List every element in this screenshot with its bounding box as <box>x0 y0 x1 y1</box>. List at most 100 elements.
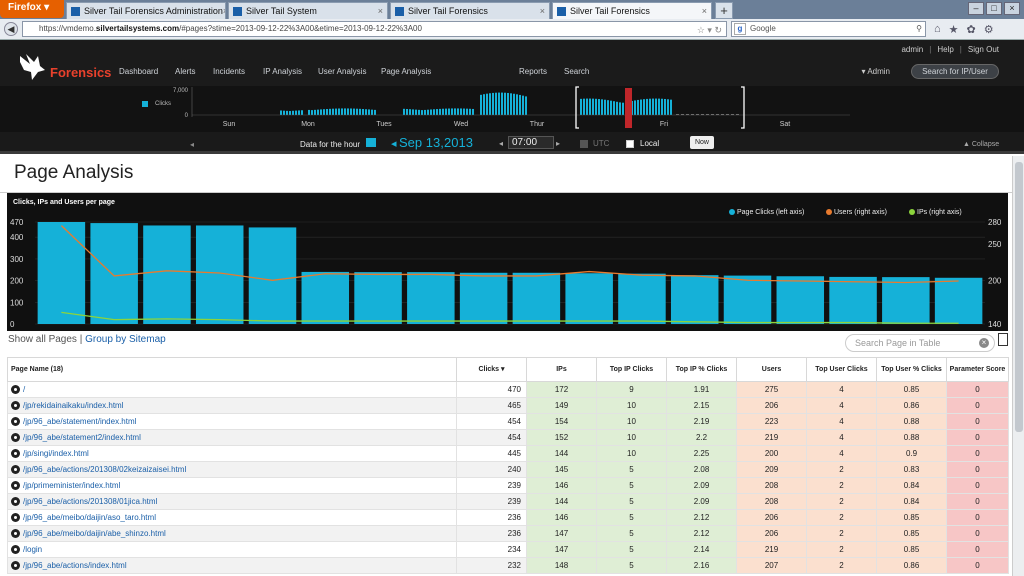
clicks-bar[interactable] <box>565 273 613 324</box>
help-link[interactable]: Help <box>937 45 953 54</box>
url-bar[interactable]: https://vmdemo.silvertailsystems.com/#pa… <box>22 21 727 37</box>
page-link[interactable]: /jp/primeminister/index.html <box>23 481 120 490</box>
calendar-icon[interactable] <box>366 138 376 147</box>
prev-day-icon[interactable]: ◂ <box>391 137 397 150</box>
column-header-top-ip-pct[interactable]: Top IP % Clicks <box>666 357 737 382</box>
addon-icon[interactable]: ✿ <box>967 23 976 36</box>
page-link[interactable]: /jp/96_abe/meibo/daijin/aso_taro.html <box>23 513 156 522</box>
timeline-chart[interactable]: 7,000 0 Sun Mon Tues Wed Thur Fri Sat <box>0 86 1024 132</box>
clicks-bar[interactable] <box>776 276 825 324</box>
prev-hour-icon[interactable]: ◂ <box>499 139 503 148</box>
page-name-cell[interactable]: /jp/96_abe/statement/index.html <box>7 413 457 430</box>
column-header-top-ip-clicks[interactable]: Top IP Clicks <box>596 357 667 382</box>
clicks-bar[interactable] <box>354 272 402 324</box>
clicks-bar[interactable] <box>670 275 719 324</box>
close-tab-icon[interactable]: × <box>378 6 383 16</box>
legend-users-label[interactable]: Users (right axis) <box>834 209 887 216</box>
column-header-page-name[interactable]: Page Name (18) <box>7 357 457 382</box>
page-link[interactable]: /jp/96_abe/actions/201308/02keizaizaisei… <box>23 465 186 474</box>
table-row[interactable]: /jp/primeminister/index.html 239 146 5 2.09 2… <box>7 477 1009 494</box>
gear-icon[interactable] <box>11 561 20 571</box>
clicks-bar[interactable] <box>90 223 138 324</box>
table-row[interactable]: /login 234 147 5 2.14 219 2 0.85 0 <box>7 541 1009 558</box>
table-row[interactable]: /jp/rekidainaikaku/index.html 465 149 10 2.1… <box>7 397 1009 414</box>
timeline-range-handle-right[interactable] <box>741 86 745 129</box>
column-header-clicks[interactable]: Clicks ▾ <box>456 357 527 382</box>
page-name-cell[interactable]: /jp/96_abe/actions/index.html <box>7 557 457 574</box>
home-icon[interactable]: ⌂ <box>934 23 941 35</box>
clicks-bar[interactable] <box>459 272 508 324</box>
page-name-cell[interactable]: /jp/96_abe/statement2/index.html <box>7 429 457 446</box>
close-tab-icon[interactable]: × <box>223 6 225 16</box>
legend-ips-label[interactable]: IPs (right axis) <box>917 209 962 216</box>
sign-out-link[interactable]: Sign Out <box>968 45 999 54</box>
bookmarks-icon[interactable]: ★ <box>949 23 959 36</box>
gear-icon[interactable] <box>11 401 20 411</box>
column-header-ips[interactable]: IPs <box>526 357 597 382</box>
firefox-menu-button[interactable]: Firefox ▾ <box>0 0 64 18</box>
admin-menu[interactable]: ▾ Admin <box>862 67 890 76</box>
table-search-input[interactable]: Search Page in Table × <box>845 334 995 352</box>
page-name-cell[interactable]: /jp/96_abe/meibo/daijin/aso_taro.html <box>7 509 457 526</box>
show-all-pages-link[interactable]: Show all Pages <box>8 334 77 345</box>
close-window-icon[interactable]: × <box>1004 2 1020 15</box>
gear-icon[interactable] <box>11 385 20 395</box>
back-icon[interactable]: ◀ <box>4 22 18 36</box>
table-row[interactable]: /jp/96_abe/meibo/daijin/aso_taro.html 236… <box>7 509 1009 526</box>
page-name-cell[interactable]: /jp/rekidainaikaku/index.html <box>7 397 457 414</box>
column-header-top-user-clicks[interactable]: Top User Clicks <box>806 357 877 382</box>
gear-icon[interactable] <box>11 417 20 427</box>
page-name-cell[interactable]: / <box>7 381 457 398</box>
gear-icon[interactable] <box>11 529 20 539</box>
browser-tab[interactable]: Silver Tail Forensics Administration× <box>66 2 226 19</box>
tools-icon[interactable]: ⚙ <box>984 23 994 36</box>
gear-icon[interactable] <box>11 497 20 507</box>
nav-page-analysis[interactable]: Page Analysis <box>381 67 431 76</box>
gear-icon[interactable] <box>11 433 20 443</box>
page-name-cell[interactable]: /jp/96_abe/actions/201308/02keizaizaisei… <box>7 461 457 478</box>
gear-icon[interactable] <box>11 545 20 555</box>
table-row[interactable]: /jp/96_abe/actions/201308/02keizaizaisei… <box>7 461 1009 478</box>
minimize-icon[interactable]: – <box>968 2 984 15</box>
page-link[interactable]: /jp/singi/index.html <box>23 449 89 458</box>
nav-alerts[interactable]: Alerts <box>175 67 195 76</box>
google-icon[interactable]: g <box>734 23 746 35</box>
now-button[interactable]: Now <box>690 136 714 149</box>
table-row[interactable]: /jp/96_abe/actions/index.html 232 148 5 2.16… <box>7 557 1009 574</box>
page-name-cell[interactable]: /login <box>7 541 457 558</box>
clicks-bar[interactable] <box>882 277 930 324</box>
clicks-bar[interactable] <box>934 277 983 324</box>
page-name-cell[interactable]: /jp/96_abe/meibo/daijin/abe_shinzo.html <box>7 525 457 542</box>
table-row[interactable]: /jp/singi/index.html 445 144 10 2.25 200 4 0.9 0 <box>7 445 1009 462</box>
clear-search-icon[interactable]: × <box>979 338 989 348</box>
admin-user-link[interactable]: admin <box>901 45 923 54</box>
maximize-icon[interactable]: □ <box>986 2 1002 15</box>
clicks-bar[interactable] <box>723 275 772 324</box>
group-by-sitemap-link[interactable]: Group by Sitemap <box>85 334 166 345</box>
page-link[interactable]: /jp/rekidainaikaku/index.html <box>23 401 124 410</box>
browser-search-box[interactable]: g Google ⚲ <box>731 21 926 37</box>
local-checkbox[interactable] <box>626 140 634 148</box>
nav-ip-analysis[interactable]: IP Analysis <box>263 67 302 76</box>
nav-search[interactable]: Search <box>564 67 589 76</box>
scrollbar-thumb[interactable] <box>1015 162 1023 432</box>
column-header-top-user-pct[interactable]: Top User % Clicks <box>876 357 947 382</box>
page-name-cell[interactable]: /jp/primeminister/index.html <box>7 477 457 494</box>
page-link[interactable]: /jp/96_abe/statement/index.html <box>23 417 136 426</box>
page-scrollbar[interactable] <box>1012 156 1024 576</box>
close-tab-icon[interactable]: × <box>540 6 545 16</box>
utc-checkbox[interactable] <box>580 140 588 148</box>
clicks-bar[interactable] <box>37 222 86 324</box>
browser-tab-active[interactable]: Silver Tail Forensics × <box>552 2 712 19</box>
page-link[interactable]: /jp/96_abe/meibo/daijin/abe_shinzo.html <box>23 529 166 538</box>
nav-dashboard[interactable]: Dashboard <box>119 67 158 76</box>
scroll-left-icon[interactable]: ◂ <box>190 140 194 149</box>
hour-select[interactable]: 07:00 <box>508 136 554 149</box>
clicks-bar[interactable] <box>301 271 350 324</box>
gear-icon[interactable] <box>11 449 20 459</box>
table-row[interactable]: /jp/96_abe/actions/201308/01jica.html 239… <box>7 493 1009 510</box>
table-row[interactable]: /jp/96_abe/statement2/index.html 454 152 10… <box>7 429 1009 446</box>
search-ip-user-button[interactable]: Search for IP/User <box>911 64 999 79</box>
clicks-bar[interactable] <box>512 272 561 324</box>
timeline-current-hour-marker[interactable] <box>625 88 632 128</box>
